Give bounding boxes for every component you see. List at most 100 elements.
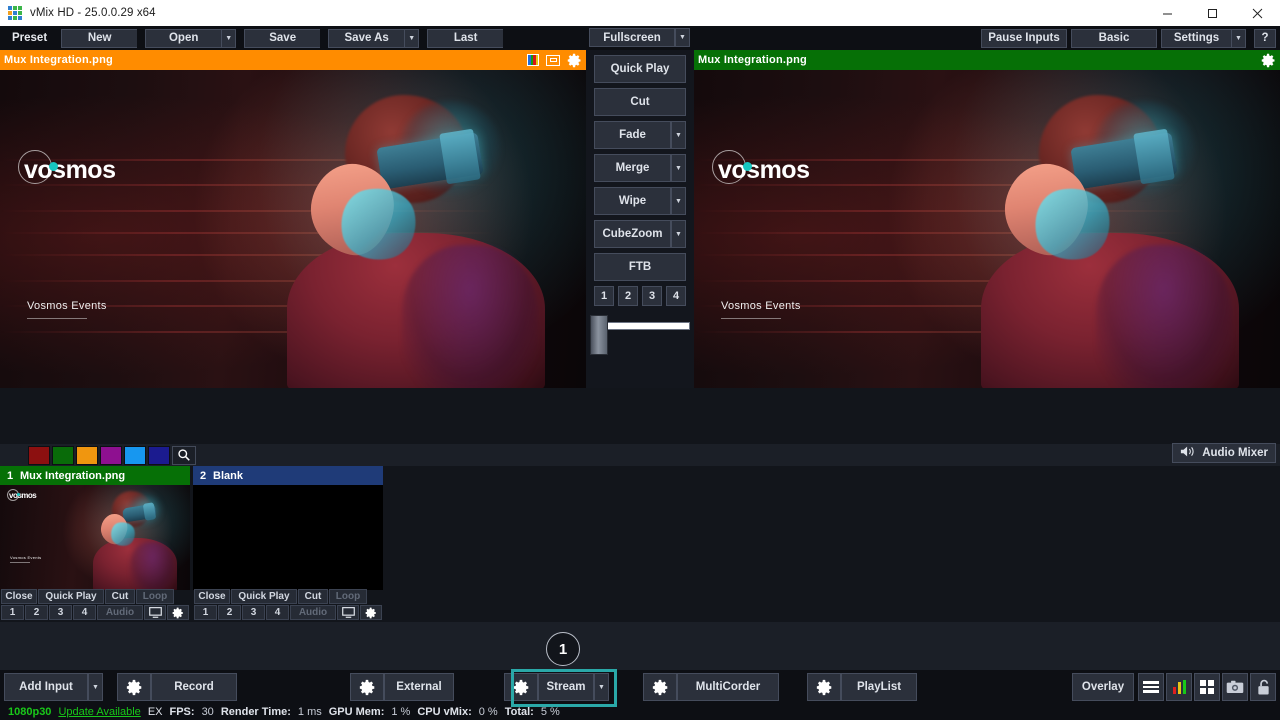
wipe-button[interactable]: Wipe: [594, 187, 671, 215]
input-2-loop-button[interactable]: Loop: [329, 589, 367, 604]
stream-dropdown-arrow-icon[interactable]: ▼: [594, 673, 609, 701]
cubezoom-dropdown-arrow-icon[interactable]: ▼: [671, 220, 686, 248]
preview-video[interactable]: vosmos Vosmos Events: [0, 70, 586, 388]
input-1-row-2: 1 2 3 4 Audio: [0, 605, 190, 621]
basic-button[interactable]: Basic: [1071, 28, 1157, 48]
input-card-2[interactable]: 2 Blank Close Quick Play Cut Loop 1 2 3 …: [193, 466, 383, 621]
save-as-button[interactable]: Save As: [328, 28, 405, 48]
transition-preset-4[interactable]: 4: [666, 286, 686, 306]
add-input-dropdown-arrow-icon[interactable]: ▼: [88, 673, 103, 701]
update-available-link[interactable]: Update Available: [58, 706, 140, 718]
audio-levels-icon[interactable]: [1166, 673, 1192, 701]
external-settings-gear-icon[interactable]: [350, 673, 384, 701]
monitor-icon[interactable]: [337, 605, 359, 620]
merge-button[interactable]: Merge: [594, 154, 671, 182]
settings-dropdown-arrow-icon[interactable]: ▼: [1231, 28, 1246, 48]
color-swatch-orange[interactable]: [76, 445, 98, 465]
cut-button[interactable]: Cut: [594, 88, 686, 116]
stream-button[interactable]: Stream: [538, 673, 594, 701]
input-1-overlay-text: Vosmos Events: [10, 555, 42, 560]
input-card-1[interactable]: 1 Mux Integration.png vosmos Vosmos Even…: [0, 466, 190, 621]
t-bar-fader[interactable]: [586, 315, 692, 361]
input-2-close-button[interactable]: Close: [194, 589, 230, 604]
search-icon[interactable]: [172, 445, 196, 465]
help-button[interactable]: ?: [1254, 28, 1276, 48]
input-1-overlay-4[interactable]: 4: [73, 605, 96, 620]
fullscreen-dropdown-arrow-icon[interactable]: ▼: [675, 28, 690, 47]
close-icon[interactable]: [1235, 0, 1280, 26]
new-button[interactable]: New: [61, 28, 138, 48]
input-2-thumbnail[interactable]: [193, 485, 383, 590]
input-1-quick-play-button[interactable]: Quick Play: [38, 589, 104, 604]
input-2-title: Blank: [213, 469, 243, 482]
program-video[interactable]: vosmos Vosmos Events: [694, 70, 1280, 388]
transition-preset-3[interactable]: 3: [642, 286, 662, 306]
input-2-overlay-3[interactable]: 3: [242, 605, 265, 620]
multicorder-button[interactable]: MultiCorder: [677, 673, 779, 701]
quick-play-button[interactable]: Quick Play: [594, 55, 686, 83]
transition-preset-1[interactable]: 1: [594, 286, 614, 306]
input-2-overlay-4[interactable]: 4: [266, 605, 289, 620]
input-1-gear-icon[interactable]: [167, 605, 189, 620]
ftb-button[interactable]: FTB: [594, 253, 686, 281]
input-1-cut-button[interactable]: Cut: [105, 589, 135, 604]
lock-icon[interactable]: [1250, 673, 1276, 701]
pause-inputs-button[interactable]: Pause Inputs: [981, 28, 1067, 48]
input-2-quick-play-button[interactable]: Quick Play: [231, 589, 297, 604]
color-swatch-purple[interactable]: [100, 445, 122, 465]
stream-settings-gear-icon[interactable]: [504, 673, 538, 701]
fullscreen-button[interactable]: Fullscreen: [589, 28, 675, 47]
monitor-icon[interactable]: [144, 605, 166, 620]
preview-gear-icon[interactable]: [567, 53, 582, 68]
wipe-dropdown-arrow-icon[interactable]: ▼: [671, 187, 686, 215]
input-1-overlay-3[interactable]: 3: [49, 605, 72, 620]
input-2-overlay-2[interactable]: 2: [218, 605, 241, 620]
snapshot-icon[interactable]: [1222, 673, 1248, 701]
input-1-controls: Close Quick Play Cut Loop 1 2 3 4 Audio: [0, 589, 190, 621]
input-2-gear-icon[interactable]: [360, 605, 382, 620]
fade-dropdown-arrow-icon[interactable]: ▼: [671, 121, 686, 149]
multicorder-settings-gear-icon[interactable]: [643, 673, 677, 701]
color-swatch-blue[interactable]: [124, 445, 146, 465]
record-button[interactable]: Record: [151, 673, 237, 701]
transition-preset-2[interactable]: 2: [618, 286, 638, 306]
open-button[interactable]: Open: [145, 28, 222, 48]
input-1-loop-button[interactable]: Loop: [136, 589, 174, 604]
minimize-icon[interactable]: [1145, 0, 1190, 26]
program-gear-icon[interactable]: [1261, 53, 1276, 68]
cubezoom-button[interactable]: CubeZoom: [594, 220, 671, 248]
input-1-close-button[interactable]: Close: [1, 589, 37, 604]
input-2-overlay-1[interactable]: 1: [194, 605, 217, 620]
merge-dropdown-arrow-icon[interactable]: ▼: [671, 154, 686, 182]
menu-last-group: Last: [427, 28, 504, 48]
input-2-cut-button[interactable]: Cut: [298, 589, 328, 604]
color-swatch-red[interactable]: [28, 445, 50, 465]
maximize-icon[interactable]: [1190, 0, 1235, 26]
record-settings-gear-icon[interactable]: [117, 673, 151, 701]
overlay-button[interactable]: Overlay: [1072, 673, 1134, 701]
input-1-overlay-2[interactable]: 2: [25, 605, 48, 620]
overlay-screen-icon[interactable]: [546, 54, 560, 66]
multiview-icon[interactable]: [1194, 673, 1220, 701]
color-bars-icon[interactable]: [527, 54, 539, 66]
playlist-button[interactable]: PlayList: [841, 673, 917, 701]
program-pane: Mux Integration.png vosmos Vosmos Events: [694, 50, 1280, 388]
last-button[interactable]: Last: [427, 28, 504, 48]
add-input-button[interactable]: Add Input: [4, 673, 88, 701]
settings-button[interactable]: Settings: [1161, 28, 1231, 48]
audio-mixer-button[interactable]: Audio Mixer: [1172, 443, 1276, 463]
open-dropdown-arrow-icon[interactable]: ▼: [221, 28, 237, 48]
input-1-thumbnail[interactable]: vosmos Vosmos Events: [0, 485, 190, 590]
input-1-overlay-1[interactable]: 1: [1, 605, 24, 620]
color-swatch-green[interactable]: [52, 445, 74, 465]
fader-handle[interactable]: [590, 315, 608, 355]
playlist-settings-gear-icon[interactable]: [807, 673, 841, 701]
save-button[interactable]: Save: [244, 28, 321, 48]
save-as-dropdown-arrow-icon[interactable]: ▼: [404, 28, 420, 48]
external-button[interactable]: External: [384, 673, 454, 701]
input-2-audio-button[interactable]: Audio: [290, 605, 336, 620]
input-1-audio-button[interactable]: Audio: [97, 605, 143, 620]
fade-button[interactable]: Fade: [594, 121, 671, 149]
hamburger-icon[interactable]: [1138, 673, 1164, 701]
color-swatch-navy[interactable]: [148, 445, 170, 465]
